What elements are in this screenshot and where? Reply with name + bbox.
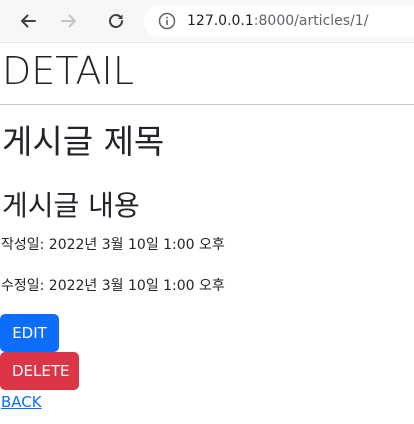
url-path: :8000/articles/1/ [253,13,369,29]
address-bar[interactable]: 127.0.0.1:8000/articles/1/ [144,5,414,37]
back-link[interactable]: BACK [1,392,42,412]
updated-date: 수정일: 2022년 3월 10일 1:00 오후 [1,278,225,294]
divider [0,104,414,105]
browser-toolbar: 127.0.0.1:8000/articles/1/ [0,0,414,43]
arrow-right-icon [61,14,76,28]
url-host: 127.0.0.1 [187,13,254,29]
article-content: 게시글 내용 [2,189,140,222]
article-title: 게시글 제목 [2,122,165,161]
created-date: 작성일: 2022년 3월 10일 1:00 오후 [1,237,225,253]
arrow-left-icon [21,14,36,28]
back-button[interactable] [15,8,41,34]
info-icon[interactable] [158,12,176,30]
edit-button[interactable]: EDIT [0,314,59,352]
reload-icon [109,14,123,28]
url-text[interactable]: 127.0.0.1:8000/articles/1/ [187,12,368,30]
delete-button[interactable]: DELETE [0,352,79,390]
forward-button[interactable] [56,8,82,34]
reload-button[interactable] [103,8,129,34]
page-title: DETAIL [2,49,134,93]
